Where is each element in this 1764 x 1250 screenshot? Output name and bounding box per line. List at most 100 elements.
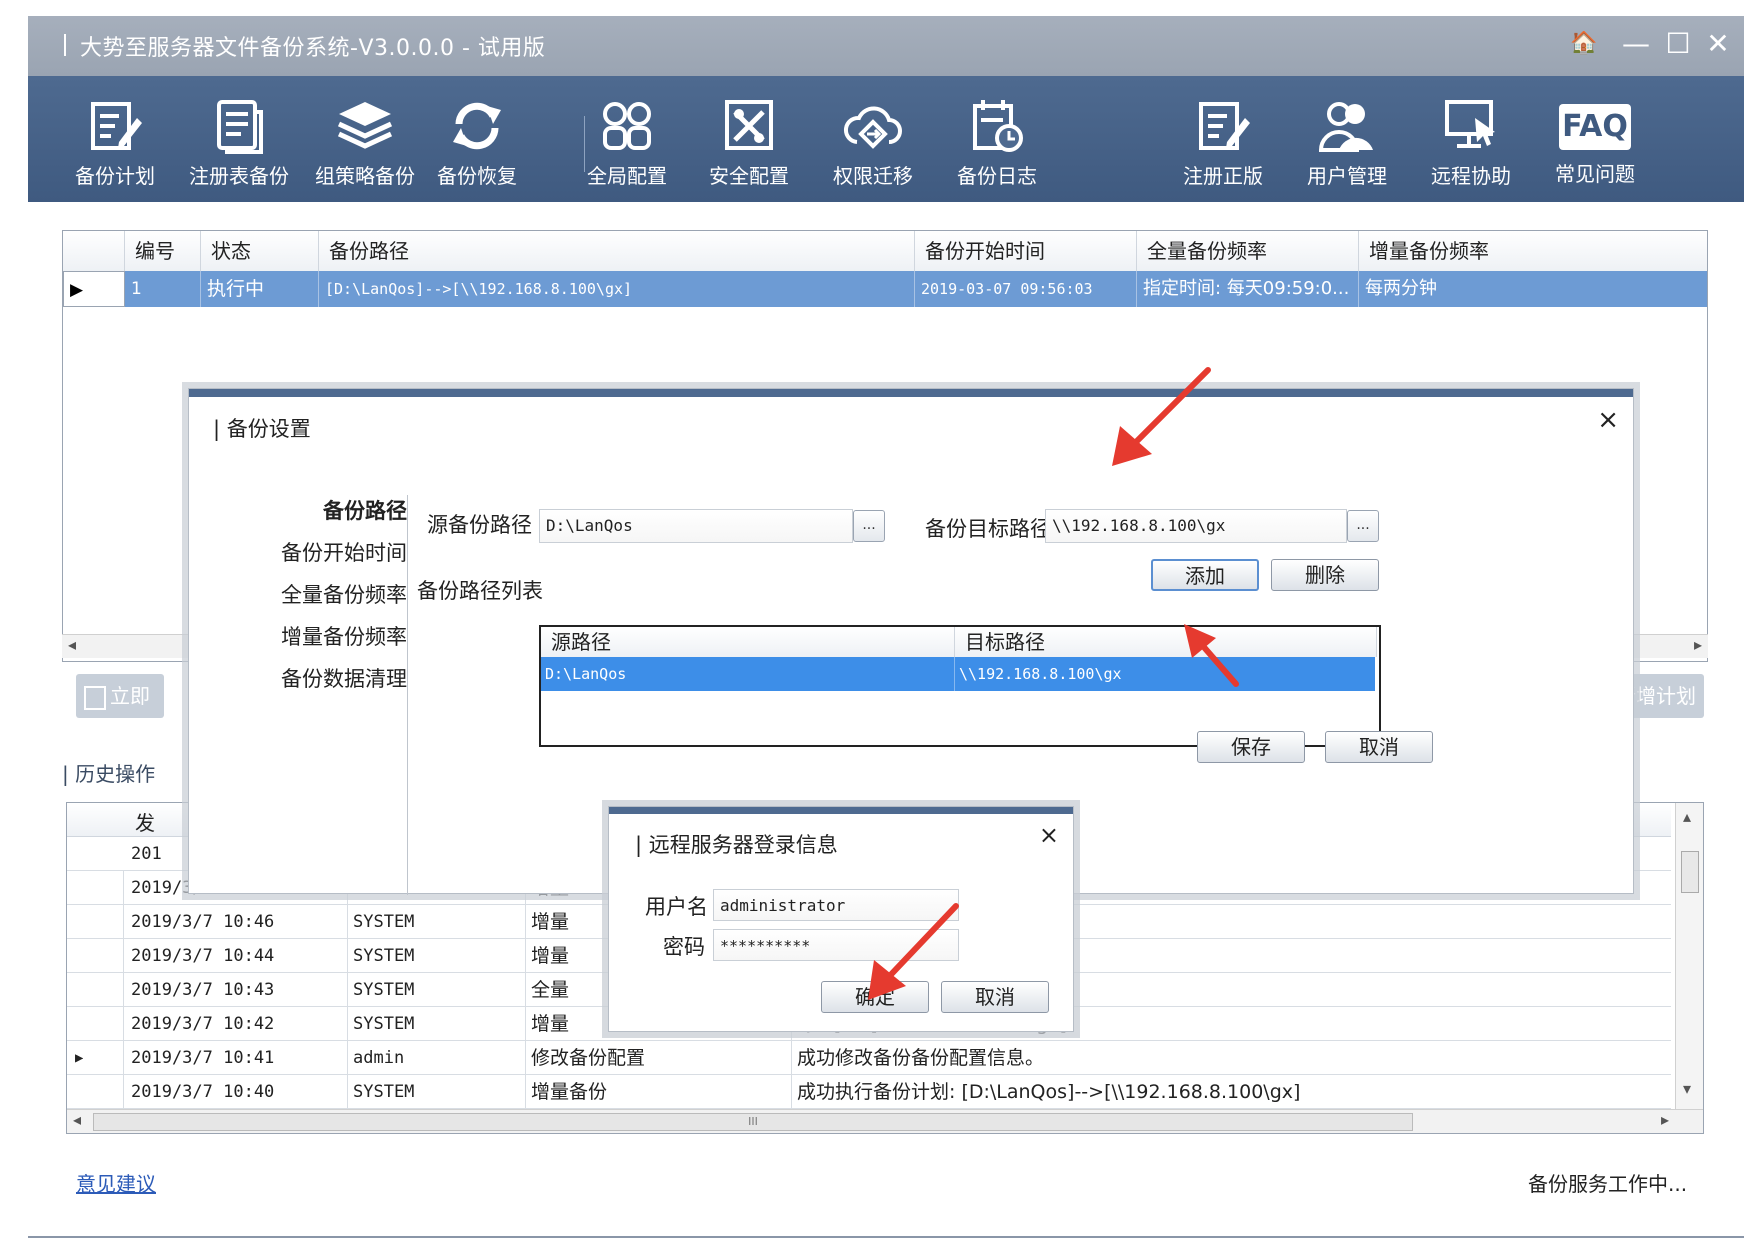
column-header[interactable]: 增量备份频率 [1359,231,1707,271]
toolbar-remote-assist[interactable]: 远程协助 [1416,86,1526,196]
history-section-label: | 历史操作 [62,762,156,786]
users-icon [1318,102,1373,152]
source-browse-button[interactable]: ... [853,510,885,542]
cancel-button[interactable]: 取消 [1325,731,1433,763]
scroll-right-icon[interactable]: ▸ [1694,635,1702,654]
toolbar-label: 权限迁移 [833,164,913,188]
column-header[interactable]: 备份开始时间 [915,231,1137,271]
run-now-button[interactable]: 立即 [76,674,164,718]
toolbar-label: 用户管理 [1307,164,1387,188]
toolbar-policy-backup[interactable]: 组策略备份 [310,86,420,196]
scroll-down-icon[interactable]: ▾ [1683,1079,1691,1098]
add-path-button[interactable]: 添加 [1151,559,1259,591]
nav-incr-frequency[interactable]: 增量备份频率 [281,621,407,651]
column-header[interactable]: 源路径 [541,627,955,657]
path-list-table: 源路径 目标路径 D:\LanQos \\192.168.8.100\gx [539,625,1381,747]
minimize-button[interactable]: — [1618,28,1654,60]
username-label: 用户名 [645,895,708,919]
nav-data-cleanup[interactable]: 备份数据清理 [281,663,407,693]
scroll-grip: III [748,1115,758,1128]
window-title: 大势至服务器文件备份系统-V3.0.0.0 - 试用版 [80,36,546,61]
column-divider [525,1007,526,1041]
column-divider [347,905,348,939]
toolbar-label: 常见问题 [1555,162,1635,186]
cell-full-frequency: 指定时间: 每天09:59:0... [1137,271,1359,307]
close-button[interactable]: ✕ [1700,28,1736,60]
edit-doc-icon [91,102,142,150]
nav-backup-path[interactable]: 备份路径 [323,495,407,525]
target-path-input[interactable]: \\192.168.8.100\gx [1045,509,1347,543]
column-divider [525,1075,526,1109]
row-marker: ▶ [63,271,125,307]
cell-type: 修改备份配置 [531,1047,646,1069]
toolbar-label: 注册正版 [1183,164,1263,188]
toolbar-backup-log[interactable]: 备份日志 [942,86,1052,196]
toolbar-label: 安全配置 [709,164,789,188]
close-icon[interactable]: × [1597,405,1619,435]
maximize-button[interactable]: ☐ [1660,28,1696,60]
cell-user: SYSTEM [353,980,415,1000]
column-header[interactable]: 备份路径 [319,231,915,271]
cell-user: admin [353,1048,405,1068]
path-list-label: 备份路径列表 [417,579,543,603]
main-toolbar: 备份计划 注册表备份 组策略备份 备份恢复 全局配置 安全配置 权限迁移 备份日… [28,76,1744,202]
cell-time: 2019/3/7 10:40 [131,1082,275,1102]
home-icon[interactable]: 🏠 [1566,28,1602,60]
column-divider [347,1007,348,1041]
cell-source-path: D:\LanQos [541,657,955,691]
target-browse-button[interactable]: ... [1347,510,1379,542]
column-header[interactable]: 状态 [201,231,319,271]
scroll-thumb[interactable]: III [93,1113,1413,1131]
cell-time: 2019/3/7 10:46 [131,912,275,932]
toolbar-label: 远程协助 [1431,164,1511,188]
toolbar-label: 备份日志 [957,164,1037,188]
refresh-icon [453,102,501,150]
toolbar-global-config[interactable]: 全局配置 [572,86,682,196]
column-header[interactable]: 全量备份频率 [1137,231,1359,271]
cell-user: SYSTEM [353,1014,415,1034]
scroll-left-icon[interactable]: ◂ [68,635,76,654]
cell-detail: 成功修改备份备份配置信息。 [797,1047,1045,1069]
toolbar-backup-plan[interactable]: 备份计划 [60,86,170,196]
source-path-input[interactable]: D:\LanQos [539,509,853,543]
toolbar-restore[interactable]: 备份恢复 [422,86,532,196]
close-icon[interactable]: × [1039,821,1059,849]
column-divider [123,871,124,905]
toolbar-label: 注册表备份 [189,164,289,188]
feedback-link[interactable]: 意见建议 [76,1168,156,1197]
toolbar-faq[interactable]: FAQ 常见问题 [1540,86,1650,196]
scroll-right-icon[interactable]: ▸ [1661,1110,1669,1129]
toolbar-label: 备份计划 [75,164,155,188]
nav-full-frequency[interactable]: 全量备份频率 [281,579,407,609]
toolbar-user-management[interactable]: 用户管理 [1292,86,1402,196]
column-divider [791,1075,792,1109]
monitor-icon [1445,100,1495,148]
column-divider [123,1075,124,1109]
toolbar-label: 组策略备份 [315,164,415,188]
column-header[interactable]: 发 [135,807,155,836]
dialog-title-text: 远程服务器登录信息 [648,833,838,857]
column-header[interactable]: 目标路径 [955,627,1377,657]
title-accent [64,34,66,56]
column-divider [123,973,124,1007]
nav-start-time[interactable]: 备份开始时间 [281,537,407,567]
dialog-accent-bar [609,807,1073,814]
save-button[interactable]: 保存 [1197,731,1305,763]
toolbar-register[interactable]: 注册正版 [1168,86,1278,196]
delete-path-button[interactable]: 删除 [1271,559,1379,591]
toolbar-security-config[interactable]: 安全配置 [694,86,804,196]
cell-start-time: 2019-03-07 09:56:03 [915,271,1137,307]
table-row[interactable]: 2019/3/7 10:40 SYSTEM 增量备份 成功执行备份计划: [D:\La… [67,1075,1671,1109]
scroll-thumb[interactable] [1681,851,1699,893]
vertical-scrollbar[interactable]: ▴ ▾ [1675,803,1703,1113]
horizontal-scrollbar[interactable]: ◂ III ▸ [67,1109,1703,1133]
cell-type: 增量备份 [531,1081,608,1103]
scroll-left-icon[interactable]: ◂ [73,1110,81,1129]
column-header[interactable]: 编号 [125,231,201,271]
scroll-up-icon[interactable]: ▴ [1683,807,1691,826]
toolbar-permission-migration[interactable]: 权限迁移 [818,86,928,196]
toolbar-registry-backup[interactable]: 注册表备份 [184,86,294,196]
column-divider [347,1041,348,1075]
table-row[interactable]: ▶ 2019/3/7 10:41 admin 修改备份配置 成功修改备份备份配置信息。 [67,1041,1671,1075]
column-divider [347,939,348,973]
